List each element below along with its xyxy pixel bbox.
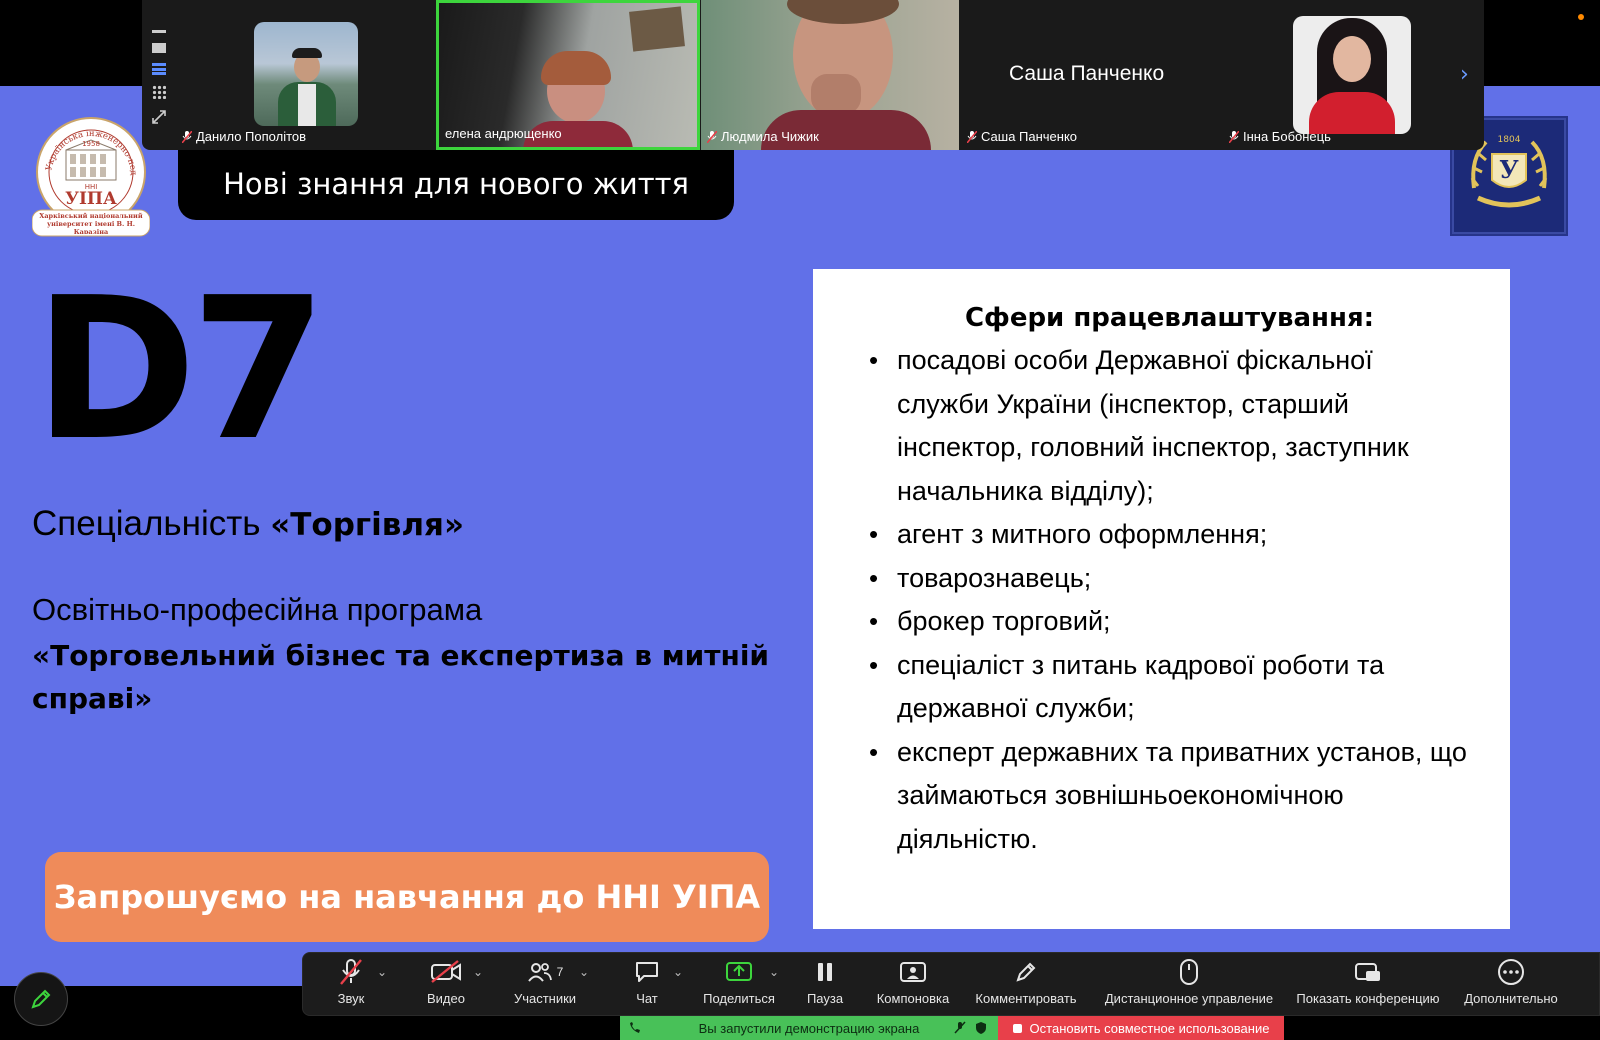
uipa-logo: Українська інженерно-педагогічна академі… — [29, 109, 151, 240]
share-status-bar: Вы запустили демонстрацию экрана Останов… — [620, 1016, 1284, 1040]
pause-share-button[interactable]: Пауза — [803, 957, 847, 1013]
specialty-name: «Торгівля» — [270, 507, 464, 543]
remote-control-button[interactable]: Дистанционное управление — [1099, 957, 1279, 1013]
right-logo-letter: У — [1499, 155, 1519, 184]
list-item: спеціаліст з питань кадрової роботи та д… — [869, 644, 1470, 731]
mic-muted-icon — [182, 130, 192, 143]
more-icon — [1498, 959, 1524, 985]
employment-title: Сфери працевлаштування: — [964, 303, 1375, 333]
list-item: брокер торговий; — [869, 600, 1470, 644]
stop-icon — [1012, 1023, 1022, 1033]
chat-options-chevron-down-icon[interactable]: ⌄ — [673, 965, 683, 979]
mic-muted-icon — [340, 959, 362, 985]
window-icon — [1355, 963, 1380, 981]
participant-display-name: Саша Панченко — [1009, 62, 1165, 85]
strip-view-controls — [146, 8, 172, 144]
shield-icon — [976, 1022, 986, 1034]
share-options-chevron-down-icon[interactable]: ⌄ — [769, 965, 779, 979]
participants-icon — [527, 963, 552, 982]
participant-tile-active[interactable]: елена андрющенко — [436, 0, 700, 150]
specialty-line: Спеціальність «Торгівля» — [32, 504, 464, 544]
annotate-button[interactable]: Комментировать — [971, 957, 1081, 1013]
logo-abbr: УІПА — [65, 189, 117, 209]
phone-icon — [630, 1022, 640, 1033]
invitation-banner: Запрошуємо на навчання до ННІ УІПА — [45, 852, 769, 942]
program-name: «Торговельний бізнес та експертиза в мит… — [32, 639, 770, 716]
list-item: посадові особи Державної фіскальної служ… — [869, 339, 1470, 513]
chevron-right-icon[interactable]: › — [1460, 62, 1469, 87]
audio-button[interactable]: Звук — [331, 957, 371, 1013]
stop-share-label: Остановить совместное использование — [1029, 1020, 1270, 1036]
share-status-text: Вы запустили демонстрацию экрана — [698, 1020, 920, 1036]
participants-count: 7 — [556, 965, 564, 979]
mic-muted-icon — [707, 130, 717, 143]
audio-options-chevron-down-icon[interactable]: ⌄ — [377, 965, 387, 979]
mic-muted-icon — [1229, 130, 1239, 143]
employment-list: посадові особи Державної фіскальної служ… — [869, 339, 1470, 861]
chat-button[interactable]: Чат — [627, 957, 667, 1013]
mic-muted-icon — [954, 1021, 966, 1034]
video-button[interactable]: Видео — [421, 957, 471, 1013]
slide-tagline: Нові знання для нового життя — [178, 140, 734, 220]
pencil-icon — [31, 989, 51, 1009]
show-meeting-button[interactable]: Показать конференцию — [1293, 957, 1443, 1013]
layout-button[interactable]: Компоновка — [873, 957, 953, 1013]
share-screen-icon — [726, 962, 752, 981]
participant-video — [701, 0, 959, 150]
logo-caption: Харківський національний університет іме… — [39, 212, 143, 234]
expand-icon[interactable] — [152, 109, 166, 124]
participant-name: Людмила Чижик — [721, 129, 819, 144]
more-button[interactable]: Дополнительно — [1459, 957, 1563, 1013]
participant-name: елена андрющенко — [445, 126, 562, 141]
meeting-toolbar: Звук ⌄ Видео ⌄ 7 Участники ⌄ Чат ⌄ Подел… — [302, 952, 1600, 1016]
minimize-icon[interactable] — [152, 30, 166, 33]
participant-avatar — [254, 22, 358, 126]
specialty-prefix: Спеціальність — [32, 504, 271, 543]
pause-icon — [818, 963, 832, 981]
participants-options-chevron-down-icon[interactable]: ⌄ — [579, 965, 589, 979]
participant-name: Інна Бобонець — [1243, 129, 1331, 144]
stop-share-button[interactable]: Остановить совместное использование — [998, 1016, 1284, 1040]
annotate-pen-button[interactable] — [14, 972, 68, 1026]
list-item: агент з митного оформлення; — [869, 513, 1470, 557]
camera-off-icon — [431, 960, 461, 983]
single-view-icon[interactable] — [152, 43, 166, 53]
participant-tile[interactable]: Інна Бобонець — [1223, 0, 1481, 150]
shared-slide: Українська інженерно-педагогічна академі… — [0, 86, 1600, 986]
participant-tile[interactable]: Данило Пополітов — [176, 0, 434, 150]
specialty-code: D7 — [34, 256, 327, 484]
logo-year: 1958 — [82, 140, 100, 148]
right-logo-year: 1804 — [1498, 135, 1521, 145]
pencil-icon — [1016, 962, 1036, 982]
mic-muted-icon — [967, 130, 977, 143]
participant-name: Данило Пополітов — [196, 129, 307, 144]
employment-card: Сфери працевлаштування: посадові особи Д… — [813, 269, 1510, 929]
video-options-chevron-down-icon[interactable]: ⌄ — [473, 965, 483, 979]
recording-indicator — [1578, 14, 1584, 20]
participant-name: Саша Панченко — [981, 129, 1078, 144]
list-item: експерт державних та приватних установ, … — [869, 731, 1470, 862]
share-status: Вы запустили демонстрацию экрана — [620, 1016, 998, 1040]
mouse-icon — [1180, 959, 1198, 985]
share-screen-button[interactable]: Поделиться — [699, 957, 779, 1013]
program-label: Освітньо-професійна програма — [32, 592, 483, 627]
chat-icon — [636, 962, 658, 982]
layout-icon — [900, 962, 926, 982]
participant-avatar — [1293, 16, 1411, 134]
participant-tile[interactable]: Саша Панченко Саша Панченко — [961, 0, 1223, 150]
strip-view-icon[interactable] — [152, 63, 166, 75]
participant-tile[interactable]: Людмила Чижик — [701, 0, 959, 150]
participants-button[interactable]: 7 Участники — [509, 957, 581, 1013]
grid-view-icon[interactable] — [152, 85, 166, 99]
list-item: товарознавець; — [869, 557, 1470, 601]
